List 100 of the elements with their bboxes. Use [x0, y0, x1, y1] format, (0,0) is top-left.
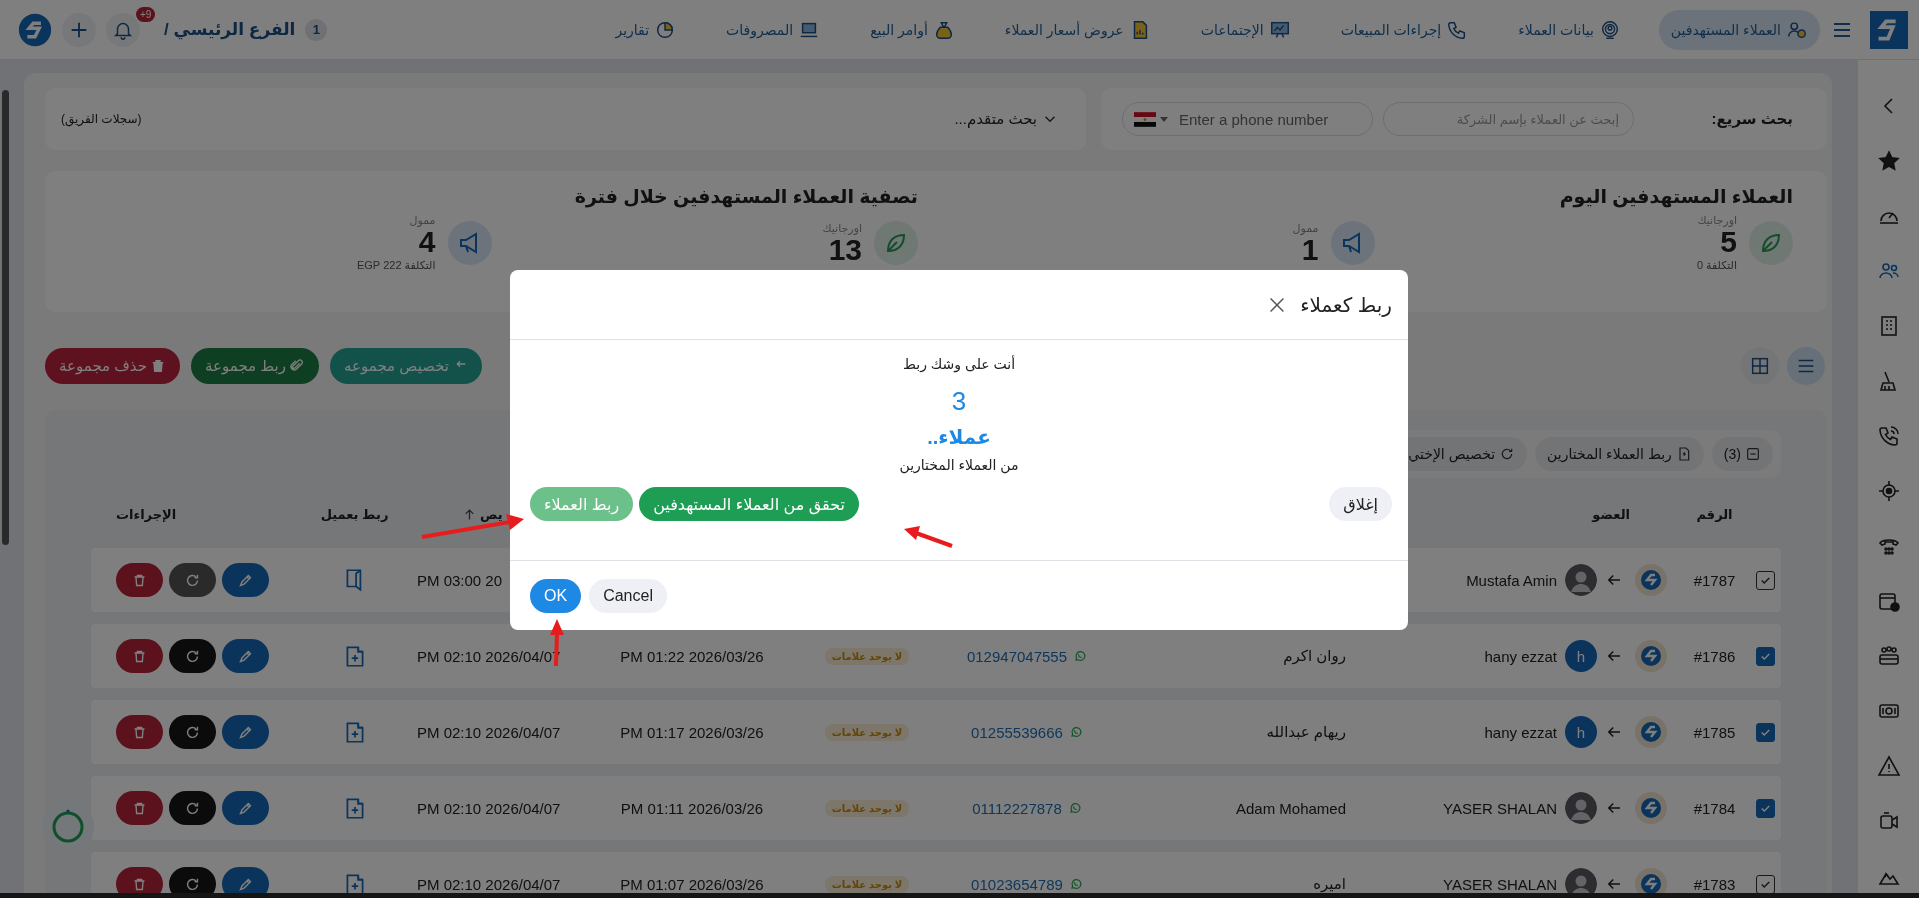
- branch-count: 1: [305, 18, 328, 41]
- horizontal-scrollbar[interactable]: [0, 893, 1919, 898]
- delete-button[interactable]: [116, 715, 163, 749]
- selection-count-button[interactable]: (3): [1711, 437, 1773, 471]
- add-button[interactable]: [62, 12, 96, 47]
- whatsapp-icon[interactable]: [1067, 801, 1082, 815]
- row-checkbox[interactable]: [1755, 570, 1775, 590]
- logo: [1635, 564, 1667, 596]
- sort-arrow-icon[interactable]: [462, 506, 477, 522]
- nav-tab[interactable]: عروض أسعار العملاء: [992, 9, 1163, 50]
- client-name: اميره: [1313, 875, 1346, 893]
- row-checkbox[interactable]: [1755, 874, 1775, 894]
- column-header[interactable]: يص: [480, 506, 503, 522]
- star-icon: [1876, 149, 1901, 173]
- assign-group-button[interactable]: تخصيص مجموعه: [329, 348, 483, 384]
- phone-link[interactable]: 01023654789: [971, 875, 1063, 893]
- stats-title: تصفية العملاء المستهدفين خلال فترة: [573, 185, 918, 208]
- warning-icon: [1876, 754, 1901, 778]
- refresh-button[interactable]: [169, 715, 216, 749]
- client-name: ريهام عبدالله: [1266, 723, 1346, 741]
- tag-badge: لا يوجد علامات: [824, 647, 910, 665]
- member-name: YASER SHALAN: [1443, 875, 1557, 893]
- phone-link[interactable]: 012947047555: [966, 647, 1068, 665]
- member-name: YASER SHALAN: [1443, 799, 1557, 817]
- quick-search-label: بحث سريع:: [1711, 110, 1793, 128]
- link-selected-button[interactable]: ربط العملاء المختارين: [1535, 437, 1704, 471]
- row-checkbox[interactable]: [1755, 722, 1775, 742]
- metric-label: ممول: [1292, 221, 1319, 235]
- phone-link[interactable]: 01255539666: [971, 723, 1063, 741]
- logo[interactable]: [18, 12, 52, 47]
- ok-button[interactable]: OK: [530, 578, 582, 613]
- leaf-icon: [874, 221, 918, 265]
- close-button[interactable]: إغلاق: [1329, 487, 1392, 521]
- row-checkbox[interactable]: [1755, 646, 1775, 666]
- whatsapp-icon[interactable]: [1068, 725, 1083, 739]
- flag-icon[interactable]: [1134, 112, 1156, 127]
- refresh-button[interactable]: [169, 791, 216, 825]
- member-name: Mustafa Amin: [1466, 571, 1557, 589]
- date-text: PM 02:10 2026/04/07: [417, 875, 561, 893]
- column-header[interactable]: ربط بعميل: [320, 506, 389, 522]
- row-checkbox[interactable]: [1755, 798, 1775, 818]
- nav-tab[interactable]: أوامر البيع: [858, 9, 967, 50]
- dialog-title: ربط كعملاء: [1300, 292, 1392, 317]
- minus-square-icon: [1745, 446, 1761, 462]
- whatsapp-icon[interactable]: [1068, 877, 1083, 891]
- sidebar-item[interactable]: [1875, 753, 1902, 779]
- avatar-icon: [1565, 792, 1597, 824]
- column-header[interactable]: الرقم: [1696, 506, 1733, 522]
- phone-field[interactable]: Enter a phone number: [1122, 102, 1373, 136]
- column-header[interactable]: العضو: [1592, 506, 1630, 522]
- nav-tab[interactable]: بيانات العملاء: [1506, 9, 1633, 50]
- whatsapp-icon[interactable]: [1073, 649, 1088, 663]
- date-text: PM 02:10 2026/04/07: [417, 723, 561, 741]
- metric-cost: التكلفة 0: [1696, 259, 1737, 272]
- branch-name[interactable]: الفرع الرئيسي /: [164, 19, 296, 40]
- edit-button[interactable]: [222, 715, 269, 749]
- date-text: PM 01:07 2026/03/26: [620, 875, 764, 893]
- nav-tab[interactable]: تقارير: [603, 9, 689, 50]
- refresh-button[interactable]: [169, 639, 216, 673]
- avatar: h: [1565, 716, 1597, 748]
- client-count: 3: [951, 386, 967, 417]
- scrollbar[interactable]: [2, 90, 9, 545]
- date-text: PM 01:17 2026/03/26: [620, 723, 764, 741]
- logo: [1635, 792, 1667, 824]
- row-number: #1783: [1693, 875, 1736, 893]
- grid-view-button[interactable]: [1741, 347, 1779, 385]
- edit-button[interactable]: [222, 639, 269, 673]
- nav-tab[interactable]: العملاء المستهدفين: [1658, 9, 1820, 50]
- member-name: hany ezzat: [1484, 723, 1557, 741]
- notifications-button[interactable]: [106, 12, 140, 47]
- row-number: #1785: [1693, 723, 1736, 741]
- metric-value: 1: [1301, 234, 1319, 265]
- delete-group-button[interactable]: حذف مجموعة: [45, 348, 180, 384]
- edit-button[interactable]: [222, 791, 269, 825]
- delete-button[interactable]: [116, 639, 163, 673]
- logo[interactable]: [1869, 10, 1908, 49]
- metric-cost: التكلفة 222 EGP: [356, 259, 436, 272]
- link-group-button[interactable]: ربط مجموعة: [191, 348, 319, 384]
- list-view-button[interactable]: [1787, 347, 1825, 385]
- delete-button[interactable]: [116, 791, 163, 825]
- caret-icon[interactable]: [1160, 117, 1168, 122]
- advanced-search-dropdown[interactable]: بحث متقدم...: [948, 109, 1065, 129]
- date-text: PM 03:00 20: [417, 571, 503, 589]
- date-text: PM 02:10 2026/04/07: [417, 799, 561, 817]
- nav-tab[interactable]: الإجتماعات: [1188, 9, 1303, 50]
- column-header[interactable]: الإجراءات: [116, 506, 177, 522]
- phone-link[interactable]: 01112227878: [972, 799, 1062, 817]
- nav-tab[interactable]: إجراءات المبيعات: [1328, 9, 1481, 50]
- edit-button[interactable]: [222, 563, 269, 597]
- delete-button[interactable]: [116, 563, 163, 597]
- logo: [1635, 716, 1667, 748]
- client-name: Adam Mohamed: [1235, 799, 1346, 817]
- metric-label: اورجانيك: [822, 221, 862, 235]
- metric-value: 13: [828, 234, 862, 265]
- cancel-button[interactable]: Cancel: [589, 578, 667, 613]
- verify-clients-button[interactable]: تحقق من العملاء المستهدفين: [639, 487, 859, 521]
- paperclip-icon: [288, 358, 305, 374]
- date-text: PM 01:22 2026/03/26: [620, 647, 764, 665]
- nav-tab[interactable]: المصروفات: [714, 9, 833, 50]
- row-number: #1787: [1693, 571, 1736, 589]
